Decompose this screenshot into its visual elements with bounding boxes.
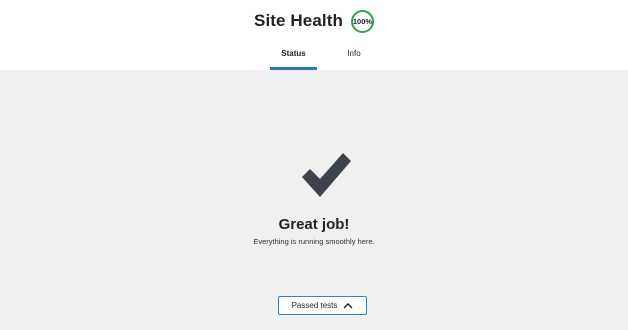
tab-status[interactable]: Status xyxy=(270,41,317,70)
health-score-badge: 100% xyxy=(350,9,374,33)
chevron-up-icon xyxy=(343,303,353,309)
status-message: Everything is running smoothly here. xyxy=(253,237,375,246)
passed-tests-button[interactable]: Passed tests xyxy=(278,296,367,315)
status-panel: Great job! Everything is running smoothl… xyxy=(0,70,628,330)
passed-tests-label: Passed tests xyxy=(291,301,338,310)
status-heading: Great job! xyxy=(278,216,350,233)
title-row: Site Health 100% xyxy=(0,8,628,34)
tab-bar: Status Info xyxy=(270,41,387,70)
checkmark-icon xyxy=(302,153,351,197)
tab-info[interactable]: Info xyxy=(317,41,387,70)
page-title: Site Health xyxy=(254,11,343,30)
site-health-header: Site Health 100% Status Info xyxy=(0,0,628,70)
